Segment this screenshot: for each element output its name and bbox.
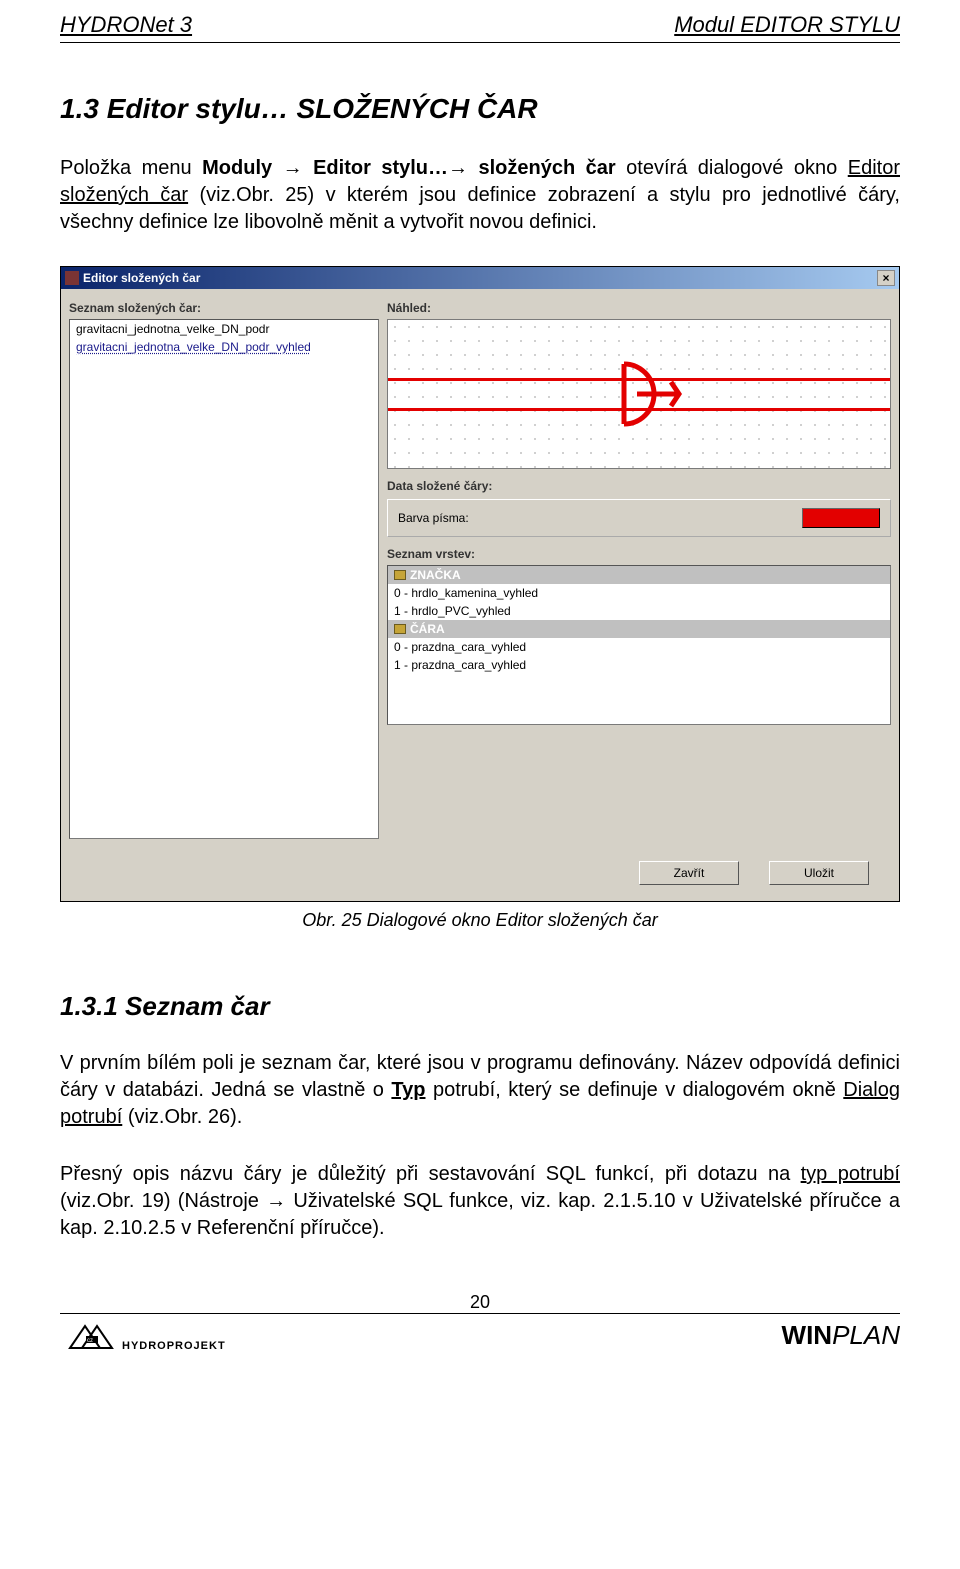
header-right: Modul EDITOR STYLU <box>674 12 900 38</box>
layers-listbox[interactable]: ZNAČKA 0 - hrdlo_kamenina_vyhled 1 - hrd… <box>387 565 891 725</box>
layer-item[interactable]: 1 - prazdna_cara_vyhled <box>388 656 890 674</box>
line-data-panel: Barva písma: <box>387 499 891 537</box>
close-button[interactable]: × <box>877 270 895 286</box>
lines-listbox[interactable]: gravitacni_jednotna_velke_DN_podr gravit… <box>69 319 379 839</box>
layer-item[interactable]: 0 - prazdna_cara_vyhled <box>388 638 890 656</box>
footer-logo: cz HYDROPROJEKT <box>60 1318 226 1352</box>
section-2-title: 1.3.1 Seznam čar <box>60 991 900 1022</box>
page-header: HYDRONet 3 Modul EDITOR STYLU <box>60 0 900 43</box>
layer-group-label: ČÁRA <box>410 622 445 636</box>
lines-list-label: Seznam složených čar: <box>69 301 379 315</box>
layer-item[interactable]: 1 - hrdlo_PVC_vyhled <box>388 602 890 620</box>
text: otevírá dialogové okno <box>616 157 848 179</box>
layer-group[interactable]: ČÁRA <box>388 620 890 638</box>
color-label: Barva písma: <box>398 511 469 525</box>
preview-label: Náhled: <box>387 301 891 315</box>
section-1-paragraph: Položka menu Moduly → Editor stylu…→ slo… <box>60 155 900 236</box>
brand-part-1: WIN <box>782 1320 833 1350</box>
text: Přesný opis názvu čáry je důležitý při s… <box>60 1163 801 1185</box>
section-1-title: 1.3 Editor stylu… SLOŽENÝCH ČAR <box>60 93 900 125</box>
folder-icon <box>394 624 406 634</box>
app-icon <box>65 271 79 285</box>
text: potrubí, který se definuje v dialogovém … <box>425 1079 843 1101</box>
text: Položka menu <box>60 157 202 179</box>
list-item[interactable]: gravitacni_jednotna_velke_DN_podr_vyhled <box>70 338 378 356</box>
section-2-paragraph-1: V prvním bílém poli je seznam čar, které… <box>60 1050 900 1131</box>
footer-brand: WINPLAN <box>782 1320 900 1351</box>
menu-path: Moduly → Editor stylu…→ složených čar <box>202 157 616 179</box>
figure-caption: Obr. 25 Dialogové okno Editor složených … <box>60 910 900 931</box>
editor-dialog: Editor složených čar × Seznam složených … <box>60 266 900 902</box>
layer-item[interactable]: 0 - hrdlo_kamenina_vyhled <box>388 584 890 602</box>
hydroprojekt-logo-icon: cz <box>60 1318 120 1352</box>
layer-group[interactable]: ZNAČKA <box>388 566 890 584</box>
dialog-titlebar[interactable]: Editor složených čar × <box>61 267 899 289</box>
typ-link: Typ <box>391 1079 425 1101</box>
text: (viz.Obr. 26). <box>122 1106 242 1128</box>
page-number: 20 <box>60 1292 900 1313</box>
close-dialog-button[interactable]: Zavřít <box>639 861 739 885</box>
page-footer: cz HYDROPROJEKT WINPLAN <box>60 1313 900 1352</box>
save-button[interactable]: Uložit <box>769 861 869 885</box>
data-label: Data složené čáry: <box>387 479 891 493</box>
layer-group-label: ZNAČKA <box>410 568 461 582</box>
svg-text:cz: cz <box>87 1338 93 1344</box>
dialog-title: Editor složených čar <box>83 271 200 285</box>
list-item[interactable]: gravitacni_jednotna_velke_DN_podr <box>70 320 378 338</box>
brand-part-2: PLAN <box>832 1320 900 1350</box>
typ-link: typ potrubí <box>801 1163 900 1185</box>
color-swatch[interactable] <box>802 508 880 528</box>
footer-logo-text: HYDROPROJEKT <box>122 1340 226 1352</box>
layers-label: Seznam vrstev: <box>387 547 891 561</box>
section-2-paragraph-2: Přesný opis názvu čáry je důležitý při s… <box>60 1161 900 1242</box>
line-symbol-icon <box>619 354 699 434</box>
folder-icon <box>394 570 406 580</box>
header-left: HYDRONet 3 <box>60 12 192 38</box>
line-preview <box>387 319 891 469</box>
text: (viz.Obr. 19) (Nástroje → Uživatelské SQ… <box>60 1190 900 1239</box>
